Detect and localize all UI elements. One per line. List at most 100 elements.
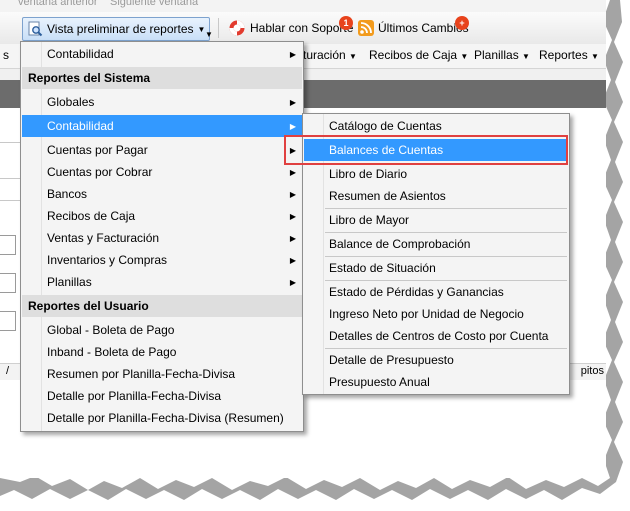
menu-header-label: Reportes del Usuario (28, 299, 149, 313)
report-preview-label: Vista preliminar de reportes (47, 22, 194, 36)
menu-item-label: Global - Boleta de Pago (47, 323, 175, 337)
menu-item-cuentas-por-cobrar[interactable]: Cuentas por Cobrar ▶ (22, 161, 302, 183)
menu-item-ventas-facturacion[interactable]: Ventas y Facturación ▶ (22, 227, 302, 249)
menu-item-planillas[interactable]: Planillas ▶ (22, 271, 302, 293)
submenu-arrow-icon: ▶ (289, 189, 296, 199)
submenu-arrow-icon: ▶ (289, 167, 296, 177)
menu-item-label: Resumen por Planilla-Fecha-Divisa (47, 367, 236, 381)
submenu-arrow-icon: ▶ (289, 211, 296, 221)
menu-item-label: Inventarios y Compras (47, 253, 168, 267)
menu-item-cuentas-por-pagar[interactable]: Cuentas por Pagar ▶ (22, 139, 302, 161)
form-field-edge[interactable] (0, 273, 16, 293)
menubar-item-recibos-label: Recibos de Caja (369, 48, 458, 62)
menu-item-globales[interactable]: Globales ▶ (22, 91, 302, 113)
menu-item-label: Bancos (47, 187, 88, 201)
menu-item-label: Cuentas por Pagar (47, 143, 148, 157)
submenu-arrow-icon: ▶ (289, 233, 296, 243)
submenu-item-ingreso-neto[interactable]: Ingreso Neto por Unidad de Negocio (304, 303, 568, 325)
window-navigation-strip: ventana anterior Siguiente ventana (0, 0, 606, 12)
menu-item-label: Libro de Diario (329, 167, 408, 181)
row-divider (0, 178, 20, 179)
menu-item-inventarios-compras[interactable]: Inventarios y Compras ▶ (22, 249, 302, 271)
menu-header-system-reports: Reportes del Sistema (22, 67, 302, 89)
menu-item-label: Globales (47, 95, 95, 109)
submenu-item-perdidas-ganancias[interactable]: Estado de Pérdidas y Ganancias (304, 281, 568, 303)
menu-item-label: Libro de Mayor (329, 213, 410, 227)
menu-item-label: Detalle de Presupuesto (329, 353, 454, 367)
menu-item-detalle-planilla[interactable]: Detalle por Planilla-Fecha-Divisa (22, 385, 302, 407)
submenu-item-estado-situacion[interactable]: Estado de Situación (304, 257, 568, 279)
menu-item-label: Detalles de Centros de Costo por Cuenta (329, 329, 549, 343)
form-field-edge[interactable] (0, 235, 16, 255)
report-preview-menu: Contabilidad ▶ Reportes del Sistema Glob… (20, 41, 304, 432)
menu-item-label: Resumen de Asientos (329, 189, 446, 203)
menu-item-label: Catálogo de Cuentas (329, 119, 442, 133)
menu-item-recibos-de-caja[interactable]: Recibos de Caja ▶ (22, 205, 302, 227)
menu-item-label: Estado de Situación (329, 261, 436, 275)
row-divider (0, 200, 20, 201)
chevron-down-icon: ▼ (349, 52, 357, 61)
menu-header-user-reports: Reportes del Usuario (22, 295, 302, 317)
support-chat-label: Hablar con Soporte (250, 21, 354, 35)
rss-feed-icon (358, 20, 374, 36)
menu-item-label: Estado de Pérdidas y Ganancias (329, 285, 504, 299)
form-field-edge[interactable] (0, 311, 16, 331)
submenu-item-centros-costo[interactable]: Detalles de Centros de Costo por Cuenta (304, 325, 568, 347)
menu-item-label: Detalle por Planilla-Fecha-Divisa (Resum… (47, 411, 284, 425)
menubar-item-planillas-label: Planillas (474, 48, 519, 62)
menubar-item-reportes[interactable]: Reportes ▼ (539, 48, 599, 62)
support-notification-badge: 1 (339, 16, 353, 30)
menu-item-label: Ingreso Neto por Unidad de Negocio (329, 307, 524, 321)
submenu-arrow-icon: ▶ (289, 255, 296, 265)
menu-item-label: Presupuesto Anual (329, 375, 430, 389)
menu-item-label: Detalle por Planilla-Fecha-Divisa (47, 389, 222, 403)
submenu-item-resumen-asientos[interactable]: Resumen de Asientos (304, 185, 568, 207)
submenu-item-balance-comprobacion[interactable]: Balance de Comprobación (304, 233, 568, 255)
menu-item-label: Planillas (47, 275, 92, 289)
menu-item-bancos[interactable]: Bancos ▶ (22, 183, 302, 205)
menu-item-label: Balance de Comprobación (329, 237, 471, 251)
menu-item-detalle-planilla-resumen[interactable]: Detalle por Planilla-Fecha-Divisa (Resum… (22, 407, 302, 429)
submenu-arrow-icon: ▶ (289, 97, 296, 107)
changes-notification-badge: + (455, 16, 469, 30)
submenu-item-libro-diario[interactable]: Libro de Diario (304, 163, 568, 185)
report-preview-button[interactable]: Vista preliminar de reportes ▼ (22, 17, 211, 41)
menubar-item-recibos[interactable]: Recibos de Caja ▼ (369, 48, 468, 62)
toolbar-divider (218, 18, 219, 38)
menu-header-label: Reportes del Sistema (28, 71, 151, 85)
next-window-link[interactable]: Siguiente ventana (110, 0, 198, 8)
menu-item-contabilidad-top[interactable]: Contabilidad ▶ (22, 43, 302, 65)
menubar-item-partial[interactable]: s (3, 48, 9, 62)
chevron-down-icon: ▼ (522, 52, 530, 61)
menu-item-global-boleta[interactable]: Global - Boleta de Pago (22, 319, 302, 341)
menu-item-label: Cuentas por Cobrar (47, 165, 153, 179)
menubar-item-planillas[interactable]: Planillas ▼ (474, 48, 530, 62)
menu-item-label: Contabilidad (47, 119, 114, 133)
toolbar-overflow-chevron-icon[interactable]: ▼ (205, 30, 213, 39)
menubar-item-reportes-label: Reportes (539, 48, 588, 62)
menubar-item-facturacion-label: turación (303, 48, 346, 62)
menu-item-label: Inband - Boleta de Pago (47, 345, 177, 359)
submenu-arrow-icon: ▶ (289, 277, 296, 287)
menu-item-label: Contabilidad (47, 47, 114, 61)
previous-window-link[interactable]: ventana anterior (18, 0, 98, 8)
annotation-highlight-box (284, 135, 568, 165)
menu-item-contabilidad[interactable]: Contabilidad ▶ (22, 115, 302, 137)
menu-item-label: Ventas y Facturación (47, 231, 160, 245)
status-right-text: pitos (580, 365, 604, 377)
chevron-down-icon: ▼ (591, 52, 599, 61)
submenu-item-presupuesto-anual[interactable]: Presupuesto Anual (304, 371, 568, 393)
menu-item-inband-boleta[interactable]: Inband - Boleta de Pago (22, 341, 302, 363)
support-chat-button[interactable]: Hablar con Soporte (224, 17, 357, 39)
submenu-item-detalle-presupuesto[interactable]: Detalle de Presupuesto (304, 349, 568, 371)
status-left-text: / (6, 365, 10, 377)
submenu-arrow-icon: ▶ (289, 49, 296, 59)
menu-item-resumen-planilla[interactable]: Resumen por Planilla-Fecha-Divisa (22, 363, 302, 385)
submenu-item-libro-mayor[interactable]: Libro de Mayor (304, 209, 568, 231)
application-window: ventana anterior Siguiente ventana Vista… (0, 0, 606, 478)
lifebuoy-icon (229, 20, 245, 36)
submenu-item-catalogo[interactable]: Catálogo de Cuentas (304, 115, 568, 137)
menubar-item-facturacion[interactable]: turación ▼ (303, 48, 357, 62)
menu-item-label: Recibos de Caja (47, 209, 136, 223)
submenu-arrow-icon: ▶ (289, 121, 296, 131)
